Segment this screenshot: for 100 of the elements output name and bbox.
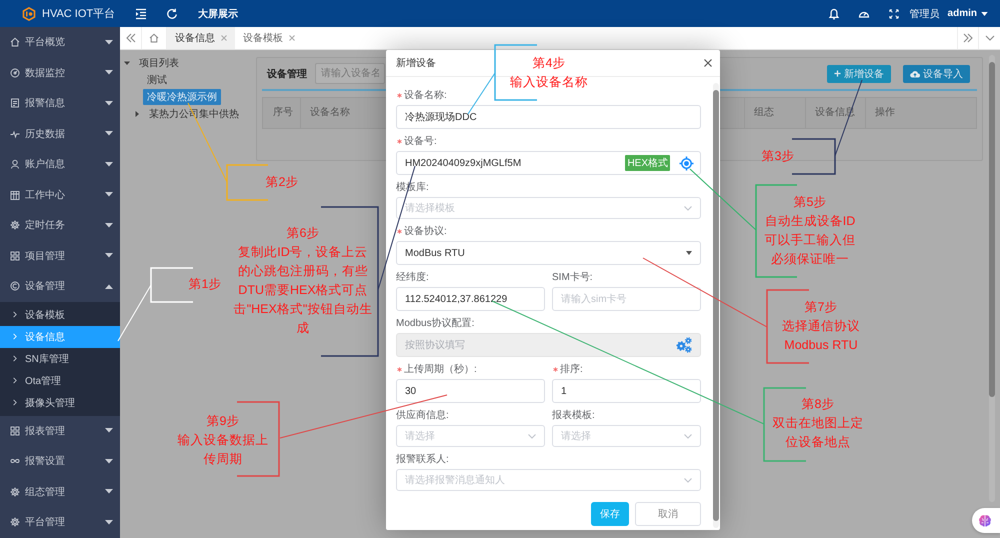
step-description: 自动生成设备ID 可以手工输入但 必须保证唯一	[764, 213, 856, 268]
step-description: 复制此ID号，设备上云 的心跳包注册码，有些 DTU需要HEX格式可点 击"HEX格式"按钮自动生 成	[234, 244, 372, 337]
sidebar-item[interactable]: 报表管理	[0, 416, 120, 446]
submenu-item[interactable]: Ota管理	[0, 370, 120, 392]
scrollbar[interactable]	[713, 83, 719, 528]
assistant-button[interactable]	[972, 508, 1000, 533]
text-input[interactable]: 请输入sim卡号	[552, 287, 701, 311]
search-field[interactable]: 请输入设备名	[315, 63, 385, 84]
protocol-dropdown[interactable]: ModBus RTU	[396, 241, 701, 265]
sidebar-item[interactable]: 历史数据	[0, 118, 120, 149]
gears-icon[interactable]	[676, 337, 692, 353]
sidebar-item[interactable]: 设备管理	[0, 271, 120, 302]
step-label: 第7步	[804, 299, 838, 316]
step-label: 第6步	[286, 225, 320, 242]
text-input[interactable]: 112.524012,37.861229	[396, 287, 545, 311]
logo-icon	[22, 6, 36, 20]
submenu-item[interactable]: SN库管理	[0, 348, 120, 370]
home-icon	[10, 37, 20, 48]
double-chevron-right-icon	[963, 33, 973, 43]
sidebar-item[interactable]: 平台概览	[0, 27, 120, 58]
field-label: SIM卡号:	[552, 270, 593, 284]
grid-icon	[10, 426, 20, 436]
plus-icon	[834, 70, 841, 77]
caret-down-icon	[686, 251, 692, 255]
caret-icon[interactable]	[124, 60, 130, 66]
tab[interactable]: 设备模板	[235, 27, 303, 49]
leader-line	[118, 284, 152, 342]
step-label: 第4步	[532, 55, 566, 72]
cloud-upload-icon	[910, 70, 920, 78]
field-label: 设备名称:	[404, 89, 447, 102]
step-label: 第2步	[266, 174, 298, 191]
pulse-icon	[10, 128, 20, 139]
device-id-input[interactable]: HM20240409z9xjMGLf5M HEX格式	[396, 151, 701, 175]
chevron-right-icon	[13, 333, 17, 340]
cancel-button[interactable]: 取消	[635, 502, 701, 526]
tree-item[interactable]: 冷暖冷热源示例	[143, 88, 221, 104]
sidebar-item[interactable]: 工作中心	[0, 180, 120, 210]
field-label: 经纬度:	[396, 270, 429, 284]
field-label: 报警联系人:	[396, 452, 449, 466]
import-device-button[interactable]: 设备导入	[903, 64, 970, 82]
caret-icon[interactable]	[134, 110, 140, 116]
field-label: 供应商信息:	[396, 408, 449, 422]
home-icon	[149, 33, 159, 43]
user-menu[interactable]: admin	[948, 8, 988, 19]
sidebar-item[interactable]: 平台管理	[0, 507, 120, 538]
step-label: 第1步	[188, 276, 222, 293]
leader-line	[690, 168, 756, 230]
tab[interactable]: 设备信息	[167, 27, 235, 49]
text-input[interactable]: 1	[552, 379, 701, 403]
sidebar-item[interactable]: 数据监控	[0, 58, 120, 88]
submenu-item[interactable]: 设备模板	[0, 304, 120, 326]
chevron-right-icon	[13, 311, 17, 318]
copyright-icon	[10, 281, 20, 292]
grid-icon	[10, 250, 20, 261]
menu-icon[interactable]	[135, 8, 147, 20]
field-label: 设备协议:	[404, 224, 447, 238]
sidebar-item[interactable]: 报警设置	[0, 446, 120, 476]
gear-icon	[10, 517, 20, 528]
scrollbar[interactable]	[989, 55, 995, 502]
sidebar-item[interactable]: 报警信息	[0, 88, 120, 118]
app-title: HVAC IOT平台	[42, 7, 116, 21]
step-label: 第5步	[794, 194, 826, 211]
leader-line	[468, 72, 496, 114]
close-icon[interactable]	[704, 59, 712, 67]
tree-item[interactable]: 项目列表	[135, 54, 183, 70]
fullscreen-icon[interactable]	[888, 8, 899, 18]
chevron-down-icon	[528, 434, 536, 438]
column-header: 组态	[745, 98, 806, 128]
step-label: 第9步	[206, 413, 240, 430]
step-description: 选择通信协议 Modbus RTU	[782, 318, 860, 354]
chevron-down-icon	[684, 478, 692, 482]
field-label: 上传周期（秒）:	[404, 362, 477, 376]
field-label: 排序:	[560, 362, 583, 376]
text-input[interactable]: 冷热源现场DDC	[396, 105, 701, 129]
bell-icon[interactable]	[828, 8, 840, 20]
chevron-right-icon	[13, 355, 17, 362]
field-label: 设备号:	[404, 135, 437, 148]
table-icon	[10, 190, 20, 200]
sidebar-item[interactable]: 项目管理	[0, 240, 120, 271]
chevron-right-icon	[13, 399, 17, 406]
crosshair-icon[interactable]	[679, 156, 694, 170]
text-input[interactable]: 30	[396, 379, 545, 403]
submenu-item[interactable]: 摄像头管理	[0, 392, 120, 414]
user-role: 管理员	[910, 8, 940, 20]
sidebar-item[interactable]: 账户信息	[0, 149, 120, 180]
column-header: 操作	[874, 106, 896, 120]
dialog-title: 新增设备	[396, 56, 436, 70]
chevron-down-icon	[984, 33, 994, 43]
gear-icon	[10, 486, 20, 497]
field-label: Modbus协议配置:	[396, 316, 474, 330]
sidebar-item[interactable]: 定时任务	[0, 210, 120, 240]
step-description: 输入设备数据上 传周期	[178, 432, 268, 468]
tree-item[interactable]: 测试	[143, 72, 171, 88]
step-description: 双击在地图上定 位设备地点	[772, 415, 864, 451]
gauge-icon	[10, 68, 20, 78]
refresh-icon[interactable]	[166, 8, 178, 20]
big-screen-link[interactable]: 大屏展示	[198, 6, 238, 20]
document-icon	[10, 98, 20, 108]
sidebar-item[interactable]: 组态管理	[0, 476, 120, 507]
gear-icon	[10, 220, 20, 230]
